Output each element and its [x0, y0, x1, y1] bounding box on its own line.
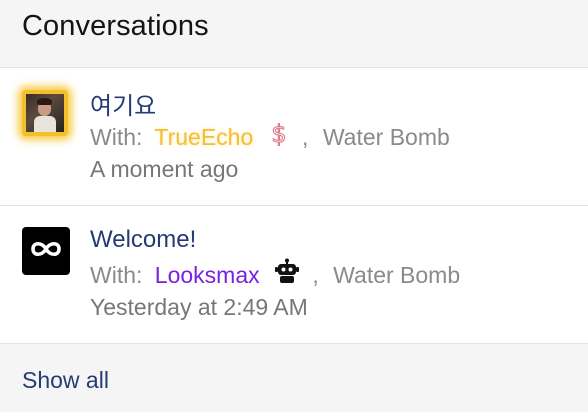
participant-link[interactable]: TrueEcho: [154, 124, 253, 150]
participant-link[interactable]: Water Bomb: [323, 124, 450, 150]
conversation-title[interactable]: Welcome!: [90, 226, 196, 254]
user-photo-icon: [26, 94, 64, 132]
with-label: With:: [90, 124, 143, 150]
robot-icon: [274, 258, 300, 290]
infinity-icon: [29, 239, 63, 264]
participant-separator: ,: [312, 262, 319, 288]
dollar-sign-icon: $: [268, 119, 290, 153]
conversation-timestamp: A moment ago: [90, 156, 239, 182]
conversation-title[interactable]: 여기요: [90, 86, 156, 121]
conversation-timestamp: Yesterday at 2:49 AM: [90, 294, 308, 320]
panel-footer: Show all: [0, 344, 588, 412]
with-label: With:: [90, 262, 143, 288]
conversation-item[interactable]: 여기요 With: TrueEcho $ , Water Bomb A mome…: [0, 68, 588, 206]
avatar[interactable]: [22, 227, 70, 275]
conversations-panel: Conversations 여기요 With: TrueEcho $ , Wat…: [0, 0, 588, 412]
participant-separator: ,: [302, 124, 309, 150]
participant-link[interactable]: Water Bomb: [333, 262, 460, 288]
panel-header: Conversations: [0, 0, 588, 68]
conversation-participants: With: TrueEcho $ , Water Bomb: [90, 119, 450, 153]
conversation-participants: With: Looksmax , Water Bomb: [90, 258, 460, 290]
conversation-item[interactable]: Welcome! With: Looksmax , Water Bomb Yes…: [0, 206, 588, 344]
panel-title: Conversations: [22, 10, 209, 42]
participant-link[interactable]: Looksmax: [155, 262, 260, 288]
show-all-link[interactable]: Show all: [22, 367, 109, 394]
svg-text:$: $: [271, 120, 286, 147]
avatar[interactable]: [22, 90, 68, 136]
